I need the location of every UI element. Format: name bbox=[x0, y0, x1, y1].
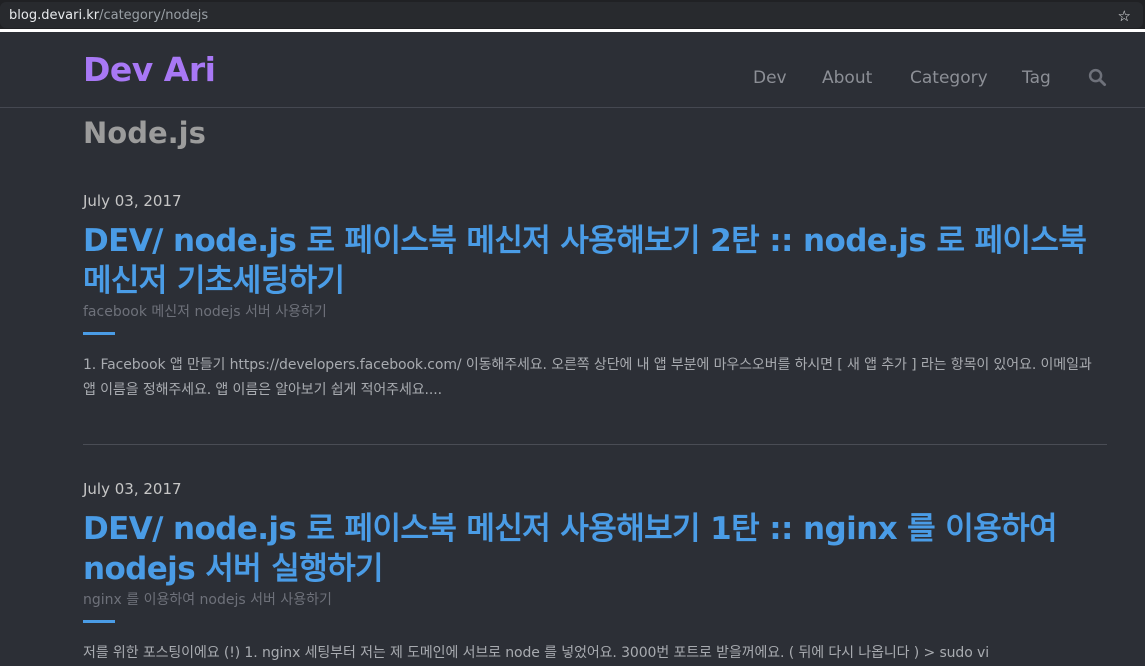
url-field[interactable]: blog.devari.kr/category/nodejs ☆ bbox=[0, 2, 1143, 28]
url-text[interactable]: blog.devari.kr/category/nodejs bbox=[9, 8, 208, 24]
url-domain: blog.devari.kr bbox=[9, 8, 100, 23]
browser-address-bar: blog.devari.kr/category/nodejs ☆ bbox=[0, 0, 1145, 32]
site-header: Dev Ari Dev About Category Tag bbox=[0, 35, 1145, 108]
post-date: July 03, 2017 bbox=[83, 192, 182, 210]
post-divider bbox=[83, 444, 1107, 445]
post-title-link[interactable]: DEV/ node.js 로 페이스북 메신저 사용해보기 2탄 :: node… bbox=[83, 221, 1107, 301]
nav-item-dev[interactable]: Dev bbox=[753, 67, 787, 89]
post-subtitle: nginx 를 이용하여 nodejs 서버 사용하기 bbox=[83, 592, 332, 608]
post-date: July 03, 2017 bbox=[83, 480, 182, 498]
post-excerpt: 1. Facebook 앱 만들기 https://developers.fac… bbox=[83, 357, 1092, 398]
nav-item-tag[interactable]: Tag bbox=[1022, 67, 1051, 89]
post-item: July 03, 2017 DEV/ node.js 로 페이스북 메신저 사용… bbox=[83, 191, 1107, 403]
post-title-link[interactable]: DEV/ node.js 로 페이스북 메신저 사용해보기 1탄 :: ngin… bbox=[83, 509, 1107, 589]
star-icon[interactable]: ☆ bbox=[1118, 8, 1131, 24]
post-accent-bar bbox=[83, 332, 115, 335]
post-item: July 03, 2017 DEV/ node.js 로 페이스북 메신저 사용… bbox=[83, 479, 1107, 666]
search-icon[interactable] bbox=[1088, 68, 1107, 87]
post-accent-bar bbox=[83, 620, 115, 623]
nav-item-about[interactable]: About bbox=[822, 67, 872, 89]
site-logo[interactable]: Dev Ari bbox=[83, 50, 216, 90]
post-subtitle: facebook 메신저 nodejs 서버 사용하기 bbox=[83, 304, 327, 320]
url-path: /category/nodejs bbox=[99, 8, 209, 23]
nav-item-category[interactable]: Category bbox=[910, 67, 988, 89]
page-title: Node.js bbox=[83, 116, 206, 150]
post-excerpt: 저를 위한 포스팅이에요 (!) 1. nginx 세팅부터 저는 제 도메인에… bbox=[83, 645, 990, 661]
